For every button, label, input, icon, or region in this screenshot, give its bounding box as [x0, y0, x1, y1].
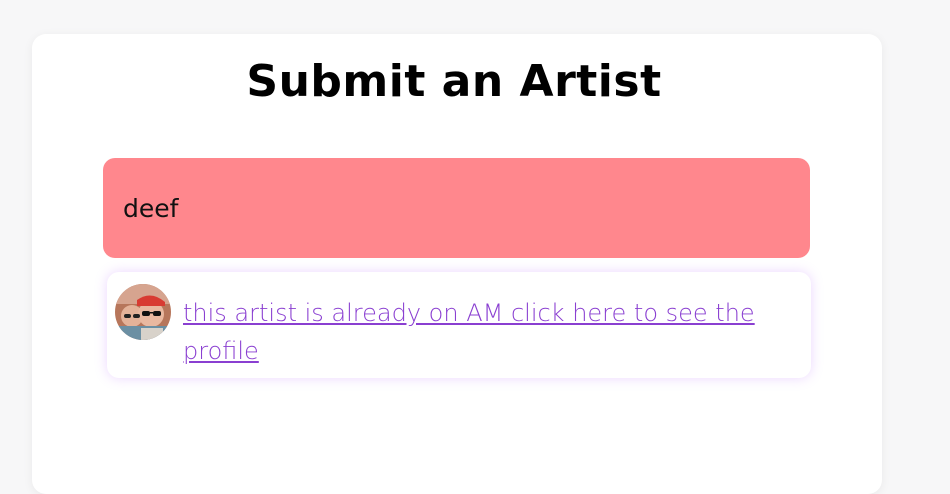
avatar [115, 284, 171, 340]
page-title: Submit an Artist [246, 56, 662, 107]
view-artist-profile-link[interactable]: this artist is already on AM click here … [183, 294, 783, 370]
user-avatar-icon [115, 284, 171, 340]
artist-name-input[interactable] [103, 158, 810, 258]
existing-artist-suggestion[interactable]: this artist is already on AM click here … [107, 272, 811, 378]
submit-artist-card: Submit an Artist this artist is already … [32, 34, 882, 494]
